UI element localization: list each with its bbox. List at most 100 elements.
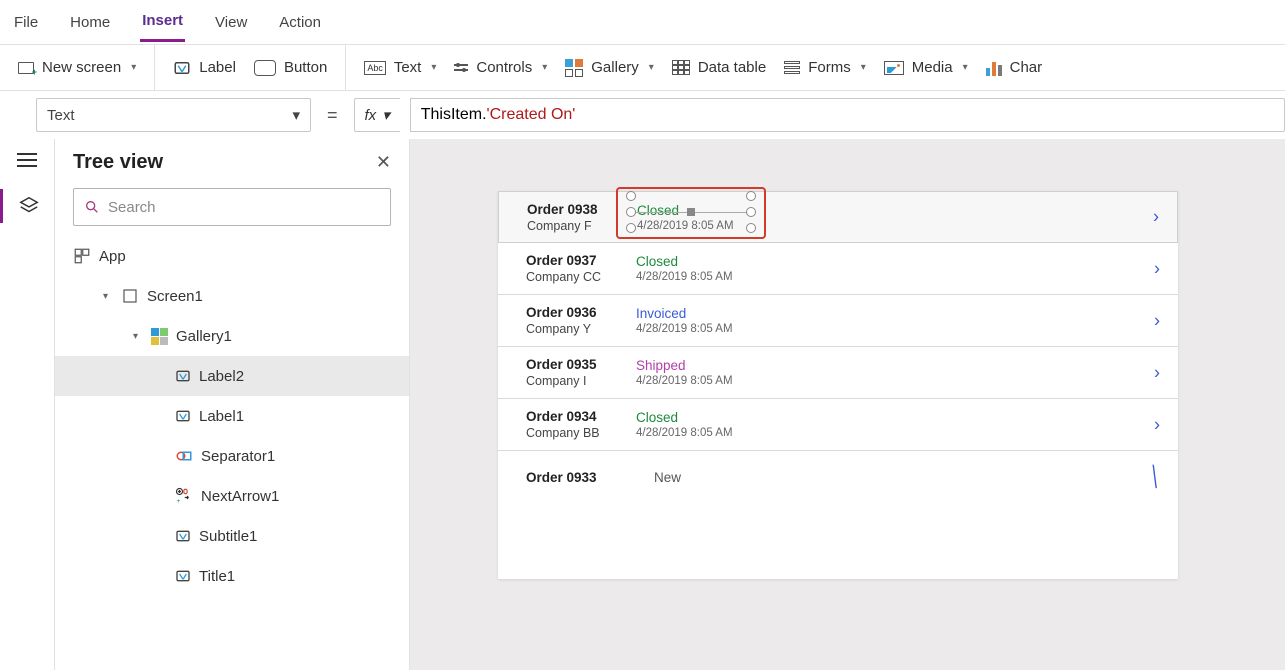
chevron-down-icon: ▾ xyxy=(542,62,547,73)
gallery-icon xyxy=(151,328,168,345)
order-status: Shipped xyxy=(636,358,786,373)
tree-node-label: Separator1 xyxy=(201,448,275,465)
menu-home[interactable]: Home xyxy=(68,4,112,41)
gallery-icon xyxy=(565,59,583,77)
order-status: Closed xyxy=(636,254,786,269)
button-icon xyxy=(254,60,276,76)
formula-bar: Text ▾ = fx ▾ ThisItem.'Created On' xyxy=(0,91,1285,139)
table-icon xyxy=(672,60,690,75)
gallery-row[interactable]: Order 0936Company YInvoiced4/28/2019 8:0… xyxy=(498,295,1178,347)
tree-view-panel: Tree view ✕ Search App ▾ Screen1 ▾ Galle… xyxy=(55,139,410,670)
charts-btn-label: Char xyxy=(1010,59,1043,76)
datatable-btn-label: Data table xyxy=(698,59,766,76)
tree-search-input[interactable]: Search xyxy=(73,188,391,226)
gallery-row[interactable]: Order 0934Company BBClosed4/28/2019 8:05… xyxy=(498,399,1178,451)
next-arrow-icon[interactable]: › xyxy=(1154,414,1160,435)
ribbon: + New screen ▾ Label Button Abc Text ▾ C… xyxy=(0,45,1285,91)
fx-icon: fx xyxy=(365,107,377,124)
search-placeholder: Search xyxy=(108,199,156,216)
tree-node-app[interactable]: App xyxy=(55,236,409,276)
order-timestamp: 4/28/2019 8:05 AM xyxy=(636,427,786,439)
media-icon xyxy=(884,61,904,75)
next-arrow-icon[interactable]: › xyxy=(1153,207,1159,228)
controls-dropdown[interactable]: Controls ▾ xyxy=(454,59,547,76)
gallery-dropdown[interactable]: Gallery ▾ xyxy=(565,59,654,77)
forms-btn-label: Forms xyxy=(808,59,851,76)
tree-node-label1[interactable]: Label1 xyxy=(55,396,409,436)
company-name: Company F xyxy=(527,219,637,233)
menu-insert[interactable]: Insert xyxy=(140,2,185,42)
media-dropdown[interactable]: Media ▾ xyxy=(884,59,968,76)
close-icon[interactable]: ✕ xyxy=(376,152,391,173)
tree-view-title: Tree view xyxy=(73,151,163,174)
property-value: Text xyxy=(47,107,75,124)
datatable-button[interactable]: Data table xyxy=(672,59,766,76)
label-button[interactable]: Label xyxy=(173,59,236,77)
controls-icon xyxy=(454,64,468,71)
order-id: Order 0936 xyxy=(526,305,636,320)
order-status: Closed xyxy=(637,203,787,218)
next-arrow-icon[interactable]: › xyxy=(1154,310,1160,331)
tree-node-title[interactable]: Title1 xyxy=(55,556,409,596)
app-preview-frame[interactable]: Order 0938Company FClosed4/28/2019 8:05 … xyxy=(498,191,1178,579)
menu-view[interactable]: View xyxy=(213,4,249,41)
menu-action[interactable]: Action xyxy=(277,4,323,41)
tree-body: App ▾ Screen1 ▾ Gallery1 Label2 Label1 xyxy=(55,236,409,670)
button-button[interactable]: Button xyxy=(254,59,327,76)
tree-node-separator[interactable]: Separator1 xyxy=(55,436,409,476)
next-arrow-icon[interactable]: › xyxy=(1154,258,1160,279)
tree-node-label: NextArrow1 xyxy=(201,488,279,505)
tree-view-rail-button[interactable] xyxy=(0,189,54,223)
text-icon: Abc xyxy=(364,61,386,75)
order-timestamp: 4/28/2019 8:05 AM xyxy=(636,375,786,387)
tree-node-nextarrow[interactable]: + NextArrow1 xyxy=(55,476,409,516)
tree-node-gallery[interactable]: ▾ Gallery1 xyxy=(55,316,409,356)
property-dropdown[interactable]: Text ▾ xyxy=(36,98,311,132)
canvas[interactable]: Order 0938Company FClosed4/28/2019 8:05 … xyxy=(410,139,1285,670)
forms-dropdown[interactable]: Forms ▾ xyxy=(784,59,866,76)
gallery-row[interactable]: Order 0937 Company CCClosed 4/28/2019 8:05… xyxy=(498,243,1178,295)
order-timestamp: 4/28/2019 8:05 AM xyxy=(636,323,786,335)
formula-token: ThisItem xyxy=(421,106,482,124)
hamburger-icon[interactable] xyxy=(17,153,37,167)
formula-token: 'Created On' xyxy=(487,106,576,124)
screen-icon xyxy=(121,287,139,305)
order-timestamp: 4/28/2019 8:05 AM xyxy=(636,271,786,283)
order-status: Closed xyxy=(636,410,786,425)
tree-node-screen[interactable]: ▾ Screen1 xyxy=(55,276,409,316)
caret-down-icon: ▾ xyxy=(103,291,113,302)
order-id: Order 0935 xyxy=(526,357,636,372)
svg-text:+: + xyxy=(177,498,181,505)
label-icon xyxy=(175,528,191,544)
equals-sign: = xyxy=(321,105,344,126)
gallery-row[interactable]: Order 0938Company FClosed4/28/2019 8:05 … xyxy=(498,191,1178,243)
gallery-btn-label: Gallery xyxy=(591,59,639,76)
new-screen-button[interactable]: + New screen ▾ xyxy=(18,59,136,76)
company-name: Company CC xyxy=(526,270,636,284)
tree-node-label2[interactable]: Label2 xyxy=(55,356,409,396)
media-btn-label: Media xyxy=(912,59,953,76)
next-arrow-icon[interactable]: › xyxy=(1154,362,1160,383)
label-btn-text: Label xyxy=(199,59,236,76)
order-timestamp: 4/28/2019 8:05 AM xyxy=(637,220,787,232)
separator-icon xyxy=(175,447,193,465)
controls-btn-label: Controls xyxy=(476,59,532,76)
order-id: Order 0937 xyxy=(526,253,636,268)
company-name: Company Y xyxy=(526,322,636,336)
gallery-row[interactable]: Order 0933New╲ xyxy=(498,451,1178,503)
charts-dropdown[interactable]: Char xyxy=(986,59,1043,76)
next-arrow-icon[interactable]: ╲ xyxy=(1146,465,1163,488)
formula-input[interactable]: ThisItem.'Created On' xyxy=(410,98,1285,132)
text-btn-label: Text xyxy=(394,59,422,76)
company-name: Company I xyxy=(526,374,636,388)
fx-button[interactable]: fx ▾ xyxy=(354,98,400,132)
gallery-row[interactable]: Order 0935 Company IShipped 4/28/2019 8:05… xyxy=(498,347,1178,399)
menu-file[interactable]: File xyxy=(12,4,40,41)
label-icon xyxy=(175,568,191,584)
label-icon xyxy=(175,368,191,384)
tree-node-label: Label2 xyxy=(199,368,244,385)
text-dropdown[interactable]: Abc Text ▾ xyxy=(364,59,436,76)
tree-node-label: Gallery1 xyxy=(176,328,232,345)
new-screen-label: New screen xyxy=(42,59,121,76)
tree-node-subtitle[interactable]: Subtitle1 xyxy=(55,516,409,556)
